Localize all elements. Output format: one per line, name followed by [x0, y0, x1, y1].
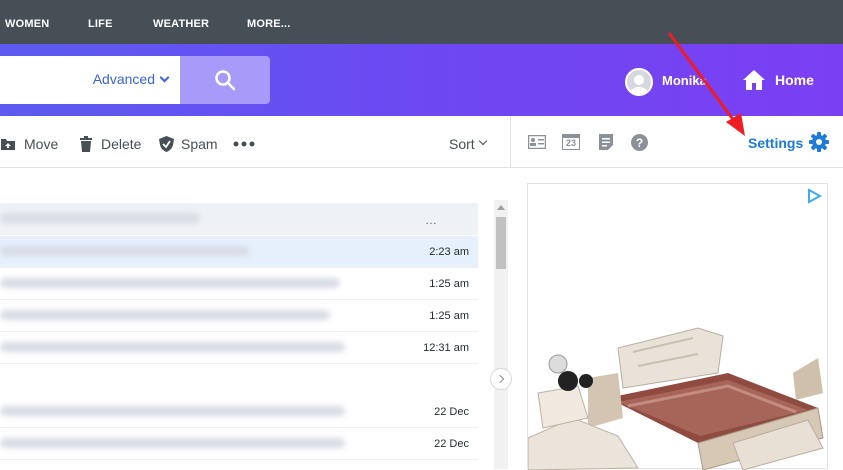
nav-more[interactable]: MORE...	[247, 18, 291, 30]
table-row[interactable]: 1:25 am	[0, 268, 478, 300]
top-nav: WOMEN LIFE WEATHER MORE...	[0, 0, 843, 44]
blurred-text	[0, 278, 340, 288]
avatar[interactable]	[625, 68, 653, 96]
svg-text:?: ?	[636, 136, 643, 150]
row-time: 1:25 am	[429, 278, 469, 290]
user-icon	[629, 75, 649, 94]
row-time: 12:31 am	[423, 342, 469, 354]
row-time: 22 Dec	[434, 438, 469, 450]
ad-panel[interactable]	[527, 183, 828, 470]
help-icon[interactable]: ?	[631, 134, 648, 151]
blurred-text	[0, 438, 345, 448]
more-icon[interactable]	[233, 141, 255, 147]
notepad-icon[interactable]	[599, 134, 613, 150]
search-icon	[215, 70, 236, 91]
blurred-text	[0, 246, 250, 256]
search-input[interactable]: Advanced	[0, 56, 180, 104]
table-row[interactable]: …	[0, 203, 478, 235]
blurred-text	[0, 342, 345, 352]
user-name[interactable]: Monika	[662, 73, 707, 88]
sort-button[interactable]: Sort	[449, 136, 475, 152]
table-row[interactable]: 2:23 am	[0, 236, 478, 268]
column-overflow: …	[425, 213, 437, 227]
scroll-up-icon[interactable]	[497, 205, 505, 210]
gear-icon[interactable]	[809, 132, 829, 152]
settings-link[interactable]: Settings	[748, 135, 803, 151]
message-toolbar: Move Delete Spam Sort	[0, 116, 510, 168]
calendar-day: 23	[565, 138, 576, 148]
home-link[interactable]: Home	[775, 72, 814, 88]
blurred-text	[0, 406, 345, 416]
home-icon[interactable]	[742, 69, 766, 91]
table-row[interactable]: 22 Dec	[0, 396, 478, 428]
chevron-down-icon	[159, 72, 170, 83]
nav-women[interactable]: WOMEN	[5, 18, 49, 30]
nav-life[interactable]: LIFE	[88, 18, 113, 30]
nav-weather[interactable]: WEATHER	[153, 18, 209, 30]
table-row[interactable]: 12:31 am	[0, 332, 478, 364]
contact-card-icon[interactable]	[528, 135, 546, 149]
scrollbar[interactable]	[494, 200, 508, 469]
row-time: 1:25 am	[429, 310, 469, 322]
blurred-text	[0, 213, 200, 223]
sofa-bed-ad-image[interactable]	[528, 318, 828, 470]
header-bar: Advanced Monika Home	[0, 44, 843, 116]
blurred-text	[0, 310, 330, 320]
delete-button[interactable]: Delete	[101, 136, 141, 152]
chevron-right-icon	[495, 374, 505, 384]
chevron-down-icon	[478, 136, 488, 146]
table-row[interactable]: 22 Dec	[0, 428, 478, 460]
collapse-pane-button[interactable]	[490, 368, 512, 390]
right-pane-toolbar: 23 ? Settings	[510, 116, 843, 168]
move-icon	[1, 139, 15, 150]
scrollbar-thumb[interactable]	[496, 217, 506, 269]
trash-icon	[80, 136, 92, 152]
message-list: … 2:23 am 1:25 am 1:25 am 12:31 am 22 De…	[0, 168, 510, 469]
table-row[interactable]: 1:25 am	[0, 300, 478, 332]
row-time: 22 Dec	[434, 406, 469, 418]
move-button[interactable]: Move	[24, 136, 58, 152]
shield-icon	[159, 136, 174, 152]
advanced-label: Advanced	[92, 71, 155, 87]
spam-button[interactable]: Spam	[181, 136, 218, 152]
calendar-icon[interactable]: 23	[562, 134, 580, 150]
row-time: 2:23 am	[429, 246, 469, 258]
advanced-search-toggle[interactable]: Advanced	[92, 71, 170, 87]
search-button[interactable]	[180, 56, 270, 104]
table-row	[0, 364, 478, 396]
adchoices-icon[interactable]	[806, 188, 822, 204]
